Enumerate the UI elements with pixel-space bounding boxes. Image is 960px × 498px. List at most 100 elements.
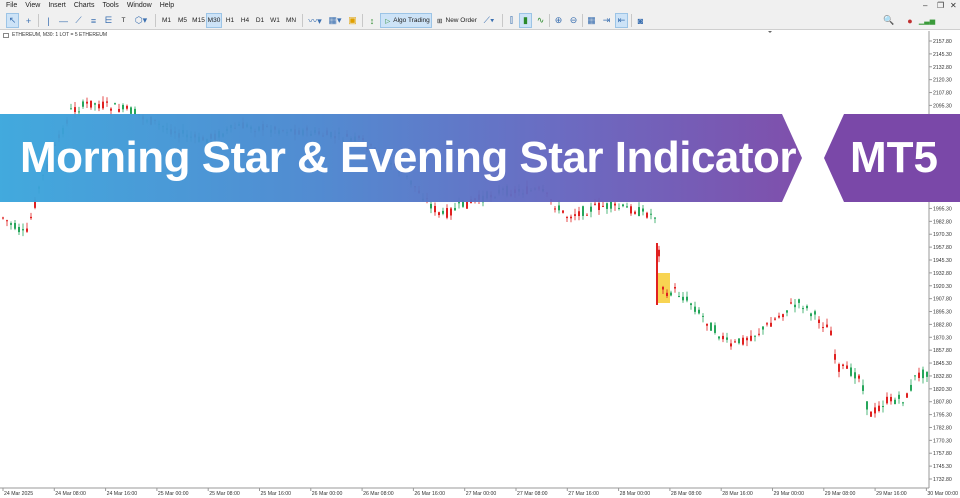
banner-title: Morning Star & Evening Star Indicator bbox=[20, 114, 796, 202]
candle-body bbox=[870, 412, 872, 417]
minimize-icon[interactable]: – bbox=[923, 0, 927, 11]
timeframe-h4[interactable]: H4 bbox=[238, 13, 252, 28]
candle-body bbox=[118, 109, 120, 112]
timeframe-m15[interactable]: M15 bbox=[191, 13, 206, 28]
candle-body bbox=[78, 111, 80, 112]
candle-body bbox=[438, 212, 440, 215]
candle-body bbox=[22, 229, 24, 230]
candle-body bbox=[650, 214, 652, 215]
zoom-in-icon[interactable]: ⊕ bbox=[552, 13, 565, 28]
candle-body bbox=[126, 106, 128, 109]
algo-trading-button[interactable]: ▷Algo Trading bbox=[380, 13, 432, 28]
candle-body bbox=[918, 373, 920, 378]
candle-body bbox=[634, 212, 636, 214]
zoom-out-icon[interactable]: ⊖ bbox=[567, 13, 580, 28]
candle-body bbox=[754, 336, 756, 337]
text-icon[interactable]: T bbox=[117, 13, 130, 28]
timeframe-d1[interactable]: D1 bbox=[253, 13, 267, 28]
candle-body bbox=[762, 327, 764, 330]
candle-body bbox=[722, 336, 724, 339]
candle-body bbox=[922, 370, 924, 379]
horizontal-line-icon[interactable]: — bbox=[57, 13, 70, 28]
menu-file[interactable]: File bbox=[6, 0, 17, 11]
time-label: 29 Mar 08:00 bbox=[825, 491, 856, 497]
cursor-icon[interactable]: ↖ bbox=[6, 13, 19, 28]
candle-body bbox=[558, 205, 560, 210]
candle-body bbox=[90, 101, 92, 108]
time-label: 29 Mar 16:00 bbox=[876, 491, 907, 497]
menu-insert[interactable]: Insert bbox=[48, 0, 66, 11]
new-order-button[interactable]: ⊞New Order bbox=[433, 13, 478, 28]
candle-body bbox=[10, 223, 12, 225]
candle-body bbox=[94, 103, 96, 104]
candle-body bbox=[818, 320, 820, 323]
price-label: 1945.30 bbox=[933, 258, 952, 264]
timeframe-m5[interactable]: M5 bbox=[175, 13, 190, 28]
price-label: 1782.80 bbox=[933, 425, 952, 431]
menu-view[interactable]: View bbox=[25, 0, 40, 11]
shapes-icon[interactable]: ⬡▾ bbox=[132, 13, 150, 28]
restore-icon[interactable]: ❐ bbox=[937, 0, 944, 11]
market-depth-icon[interactable]: ⟋▾ bbox=[480, 13, 498, 28]
candle-body bbox=[590, 207, 592, 212]
template-icon[interactable]: ▦▾ bbox=[326, 13, 344, 28]
candle-body bbox=[658, 250, 660, 257]
candle-body bbox=[74, 107, 76, 112]
candle-body bbox=[898, 395, 900, 399]
close-icon[interactable]: ✕ bbox=[950, 0, 957, 11]
timeframe-w1[interactable]: W1 bbox=[268, 13, 282, 28]
candle-body bbox=[770, 323, 772, 327]
autoscroll-icon[interactable]: ⇥ bbox=[600, 13, 613, 28]
candle-body bbox=[814, 311, 816, 314]
candle-body bbox=[790, 302, 792, 303]
screenshot-icon[interactable]: ◙ bbox=[634, 13, 647, 28]
candle-body bbox=[614, 204, 616, 206]
time-label: 24 Mar 2025 bbox=[4, 491, 33, 497]
line-chart-icon[interactable]: ∿ bbox=[534, 13, 547, 28]
price-label: 1795.30 bbox=[933, 413, 952, 419]
candle-body bbox=[862, 385, 864, 391]
candle-body bbox=[842, 365, 844, 367]
candle-body bbox=[690, 303, 692, 305]
fibonacci-icon[interactable]: ⋿ bbox=[102, 13, 115, 28]
vertical-line-icon[interactable]: | bbox=[42, 13, 55, 28]
candlestick-icon[interactable]: ▮ bbox=[519, 13, 532, 28]
candle-body bbox=[82, 101, 84, 106]
indicators-icon[interactable]: ▣ bbox=[346, 13, 359, 28]
price-chart[interactable]: ETHEREUM, M30: 1 LOT = 5 ETHEREUM 2157.8… bbox=[0, 31, 960, 498]
menu-tools[interactable]: Tools bbox=[102, 0, 118, 11]
search-icon[interactable]: 🔍 bbox=[883, 13, 895, 28]
candle-body bbox=[630, 206, 632, 213]
trendline-icon[interactable]: ⟋ bbox=[72, 13, 85, 28]
timeframe-m1[interactable]: M1 bbox=[159, 13, 174, 28]
menu-charts[interactable]: Charts bbox=[74, 0, 95, 11]
price-label: 2145.30 bbox=[933, 52, 952, 58]
candle-body bbox=[786, 310, 788, 312]
menu-help[interactable]: Help bbox=[160, 0, 174, 11]
chart-shift-icon[interactable]: ⇤ bbox=[615, 13, 628, 28]
notifications-icon[interactable]: ● bbox=[903, 13, 917, 28]
candle-body bbox=[794, 305, 796, 307]
timeframe-h1[interactable]: H1 bbox=[223, 13, 237, 28]
candle-body bbox=[582, 206, 584, 216]
crosshair-icon[interactable]: + bbox=[22, 13, 35, 28]
price-label: 2095.30 bbox=[933, 103, 952, 109]
timeframe-m30[interactable]: M30 bbox=[206, 13, 222, 28]
time-label: 24 Mar 16:00 bbox=[107, 491, 138, 497]
price-label: 1845.30 bbox=[933, 361, 952, 367]
candle-body bbox=[726, 337, 728, 339]
candle-body bbox=[430, 204, 432, 209]
price-label: 2132.80 bbox=[933, 65, 952, 71]
price-label: 2120.30 bbox=[933, 78, 952, 84]
menu-window[interactable]: Window bbox=[127, 0, 152, 11]
candle-body bbox=[570, 217, 572, 219]
timeframe-mn[interactable]: MN bbox=[283, 13, 299, 28]
candle-body bbox=[654, 218, 656, 219]
candle-body bbox=[598, 203, 600, 210]
bar-chart-icon[interactable]: ⫿ bbox=[505, 13, 518, 28]
channel-icon[interactable]: ≡ bbox=[87, 13, 100, 28]
time-label: 25 Mar 16:00 bbox=[261, 491, 292, 497]
signals-icon[interactable]: ↕ bbox=[366, 13, 378, 28]
chart-type-icon[interactable]: 〰▾ bbox=[306, 13, 324, 28]
grid-icon[interactable]: ▦ bbox=[585, 13, 598, 28]
